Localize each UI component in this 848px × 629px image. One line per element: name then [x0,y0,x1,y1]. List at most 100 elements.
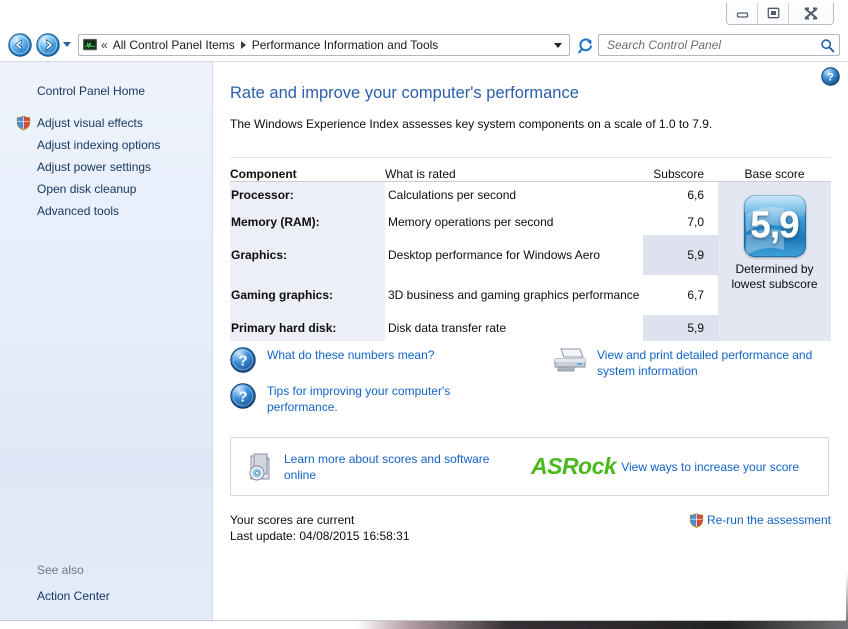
breadcrumb-item-performance-information-and-tools[interactable]: Performance Information and Tools [252,38,439,52]
cell-component: Graphics: [230,235,385,275]
cell-subscore: 5,9 [643,315,718,341]
maximize-button[interactable] [758,2,789,24]
link-tips-for-improving-performance[interactable]: ? Tips for improving your computer's per… [230,383,550,415]
link-label: View and print detailed performance and … [597,348,813,378]
link-label: What do these numbers mean? [267,348,435,362]
cell-component: Primary hard disk: [230,315,385,341]
column-header-component: Component [230,167,297,181]
links-right-column: View and print detailed performance and … [552,347,832,389]
cell-component: Memory (RAM): [230,208,385,235]
uac-shield-icon [16,115,31,131]
breadcrumb-separator-icon [240,41,246,49]
sidebar-item-label: Open disk cleanup [37,182,137,196]
svg-text:?: ? [238,388,247,405]
base-score-caption-line1: Determined by [735,262,814,276]
link-view-and-print-detailed-info[interactable]: View and print detailed performance and … [552,347,832,379]
cell-subscore: 6,6 [687,188,704,202]
status-line-last-update: Last update: 04/08/2015 16:58:31 [230,529,410,543]
refresh-icon [577,37,592,53]
sidebar-item-adjust-indexing-options[interactable]: Adjust indexing options [0,134,212,156]
link-what-do-these-numbers-mean[interactable]: ? What do these numbers mean? [230,347,550,373]
cell-what-is-rated: Memory operations per second [388,214,554,229]
column-header-base-score: Base score [744,167,805,181]
sidebar-item-label: Control Panel Home [37,84,146,98]
column-header-subscore: Subscore [653,167,704,181]
column-header-what-is-rated: What is rated [385,167,456,181]
performance-monitor-icon [83,38,97,51]
promo-box: Learn more about scores and software onl… [230,437,829,496]
base-score-badge: 5,9 [743,195,806,257]
see-also-section: See also Action Center [0,563,213,607]
search-input[interactable] [607,38,820,52]
table-rows: Processor: Calculations per second 6,6 M… [230,182,718,341]
svg-text:?: ? [827,72,834,84]
rerun-assessment-button[interactable]: Re-run the assessment [689,512,831,528]
search-box[interactable] [598,34,840,56]
sidebar-item-advanced-tools[interactable]: Advanced tools [0,200,212,222]
sidebar-item-label: Advanced tools [37,204,120,218]
links-left-column: ? What do these numbers mean? ? Tips for… [230,347,550,425]
help-button[interactable]: ? [821,67,840,86]
maximize-icon [767,7,779,19]
experience-index-table: Component What is rated Subscore Base sc… [230,157,831,341]
asrock-logo: ASRock [531,453,617,479]
content-area: Control Panel Home Adjust visual effects… [0,61,848,621]
cell-component: Processor: [230,182,385,208]
sidebar-item-label: Adjust indexing options [37,138,161,152]
cell-subscore: 7,0 [687,214,704,229]
table-row: Memory (RAM): Memory operations per seco… [230,208,718,235]
cell-subscore: 5,9 [643,235,718,275]
base-score-panel: 5,9 Determined by lowest subscore [718,182,831,341]
base-score-value: 5,9 [750,204,799,245]
table-row: Graphics: Desktop performance for Window… [230,235,718,275]
sidebar-item-control-panel-home[interactable]: Control Panel Home [0,80,212,112]
main-pane: ? Rate and improve your computer's perfo… [213,62,848,621]
promo-right[interactable]: ASRock View ways to increase your score [531,453,828,480]
cell-what-is-rated: 3D business and gaming graphics performa… [388,288,640,302]
sidebar-links: Control Panel Home Adjust visual effects… [0,62,212,222]
recent-pages-chevron-down-icon[interactable] [63,42,71,47]
sidebar-item-adjust-visual-effects[interactable]: Adjust visual effects [0,112,212,134]
cell-component: Gaming graphics: [230,275,385,315]
cell-what-is-rated: Calculations per second [388,188,517,202]
printer-icon [554,348,586,372]
search-icon[interactable] [820,38,835,53]
window-controls [726,2,834,25]
promo-left[interactable]: Learn more about scores and software onl… [231,451,531,483]
navigation-bar: « All Control Panel Items Performance In… [0,30,848,60]
refresh-button[interactable] [574,35,596,55]
address-dropdown-chevron-down-icon[interactable] [554,42,562,48]
table-header-row: Component What is rated Subscore Base sc… [230,157,831,182]
sidebar-item-label: Adjust visual effects [37,116,143,130]
cell-what-is-rated: Desktop performance for Windows Aero [388,248,601,262]
uac-shield-icon [689,512,703,528]
minimize-button[interactable] [727,2,758,24]
page-subtitle: The Windows Experience Index assesses ke… [230,117,713,131]
breadcrumb-item-all-control-panel-items[interactable]: All Control Panel Items [113,38,235,52]
page-title: Rate and improve your computer's perform… [230,84,579,102]
link-label: Tips for improving your computer's perfo… [267,384,451,414]
rerun-label: Re-run the assessment [706,513,831,527]
status-line-current: Your scores are current [230,513,355,527]
address-bar[interactable]: « All Control Panel Items Performance In… [78,34,570,56]
help-circle-icon: ? [230,347,256,373]
sidebar-item-label: Adjust power settings [37,160,152,174]
breadcrumb-overflow-icon[interactable]: « [101,39,108,51]
forward-button[interactable] [36,33,60,57]
sidebar-item-action-center[interactable]: Action Center [0,585,213,607]
promo-right-link: View ways to increase your score [621,459,800,474]
sidebar-item-adjust-power-settings[interactable]: Adjust power settings [0,156,212,178]
close-icon [804,6,818,20]
close-button[interactable] [789,2,833,24]
software-disc-icon [249,453,270,480]
sidebar: Control Panel Home Adjust visual effects… [0,62,213,621]
title-bar [0,0,848,30]
cell-what-is-rated: Disk data transfer rate [388,321,507,335]
sidebar-item-open-disk-cleanup[interactable]: Open disk cleanup [0,178,212,200]
table-row: Gaming graphics: 3D business and gaming … [230,275,718,315]
base-score-caption: Determined by lowest subscore [731,262,817,292]
table-row: Primary hard disk: Disk data transfer ra… [230,315,718,341]
back-button[interactable] [8,33,32,57]
base-score-caption-line2: lowest subscore [731,277,818,291]
minimize-icon [736,11,748,18]
